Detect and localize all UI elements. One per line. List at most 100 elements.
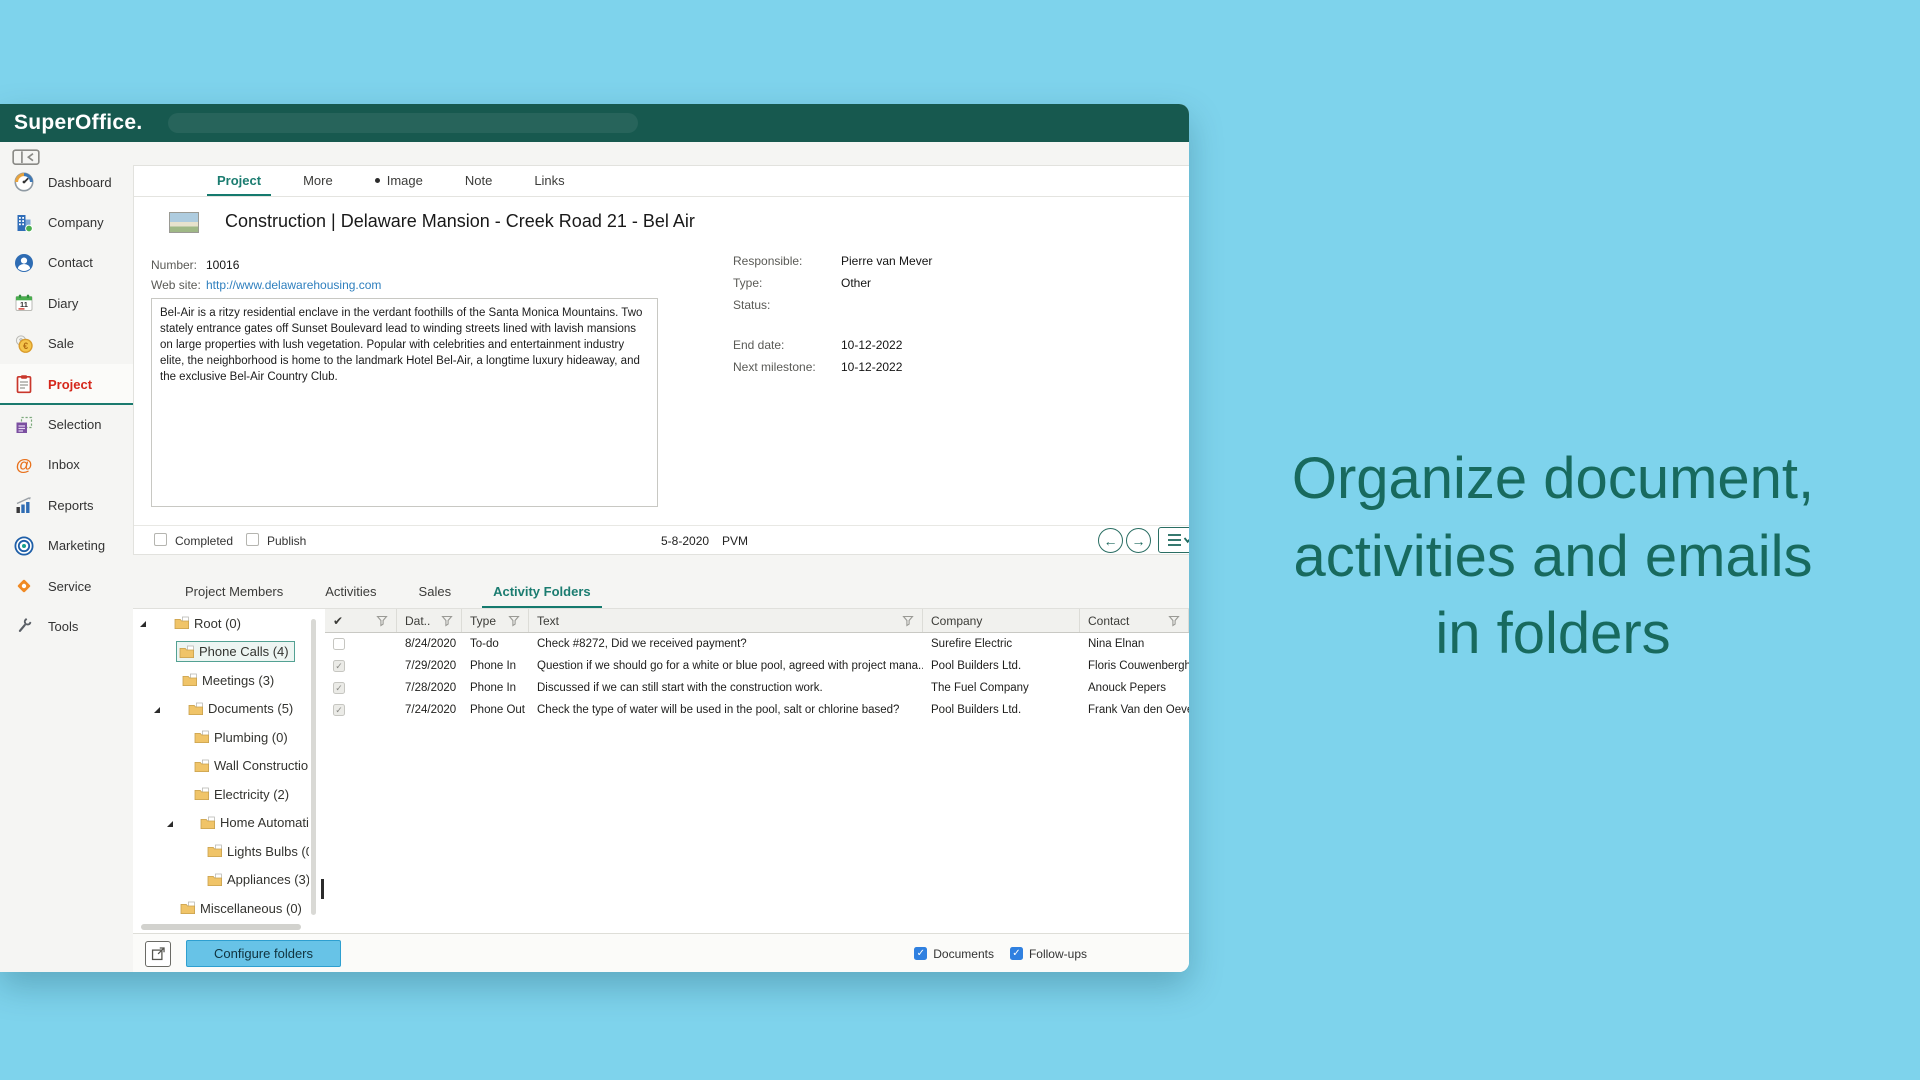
tree-horizontal-scrollbar[interactable] <box>141 924 301 930</box>
sidebar-item-selection[interactable]: Selection <box>0 404 133 444</box>
column-header-contact[interactable]: Contact <box>1080 609 1189 632</box>
marketing-icon <box>13 535 35 557</box>
column-header-date[interactable]: Dat.. <box>397 609 462 632</box>
sidebar-item-diary[interactable]: 11Diary <box>0 283 133 323</box>
tab-image[interactable]: Image <box>354 166 444 196</box>
header-search-pill[interactable] <box>168 113 638 133</box>
tree-item[interactable]: Phone Calls (4) <box>133 638 309 667</box>
tab-activity-folders[interactable]: Activity Folders <box>472 577 612 608</box>
content-bullet-icon <box>375 178 380 183</box>
row-checkbox[interactable]: ✓ <box>333 704 345 716</box>
table-row[interactable]: ✓7/29/2020Phone InQuestion if we should … <box>325 655 1189 677</box>
activities-table: ✔Dat..Type Text CompanyContact 8/24/2020To… <box>325 609 1189 933</box>
website-label: Web site: <box>151 278 201 292</box>
tab-project[interactable]: Project <box>196 166 282 196</box>
table-row[interactable]: 8/24/2020To-doCheck #8272, Did we receiv… <box>325 633 1189 655</box>
cell-text: Check the type of water will be used in … <box>529 704 923 716</box>
tree-expander-icon[interactable] <box>167 821 173 827</box>
folder-icon <box>179 645 195 659</box>
sidebar-item-label: Diary <box>48 296 78 311</box>
completed-checkbox[interactable] <box>154 533 167 546</box>
tab-sales[interactable]: Sales <box>398 577 473 608</box>
sidebar-item-service[interactable]: Service <box>0 566 133 606</box>
tree-item[interactable]: Electricity (2) <box>133 780 309 809</box>
filter-funnel-icon[interactable] <box>441 615 453 627</box>
lower-footer: Configure folders ✓ Documents ✓Follow-ups <box>133 933 1189 972</box>
sidebar-item-company[interactable]: Company <box>0 202 133 242</box>
tree-item-content: Lights Bulbs (0) <box>204 841 309 862</box>
tree-item-label: Root (0) <box>194 616 241 631</box>
checked-checkbox[interactable]: ✓ <box>914 947 927 960</box>
tree-item[interactable]: Root (0) <box>133 609 309 638</box>
filter-check-documents[interactable]: ✓ Documents <box>914 947 994 961</box>
tree-item[interactable]: Documents (5) <box>133 695 309 724</box>
tab-links[interactable]: Links <box>513 166 585 196</box>
tree-vertical-scrollbar[interactable] <box>311 619 316 915</box>
next-arrow-button[interactable]: → <box>1126 528 1151 553</box>
detail-field-label: End date: <box>733 338 841 352</box>
tree-item[interactable]: Home Automation (0 <box>133 809 309 838</box>
tab-more[interactable]: More <box>282 166 354 196</box>
svg-text:@: @ <box>16 455 33 474</box>
column-header-label: Text <box>537 614 559 628</box>
tree-expander-icon[interactable] <box>154 707 160 713</box>
sidebar-item-contact[interactable]: Contact <box>0 243 133 283</box>
filter-check-label: Documents <box>933 947 994 961</box>
filter-check-follow-ups[interactable]: ✓Follow-ups <box>1010 947 1087 961</box>
table-row[interactable]: ✓7/28/2020Phone InDiscussed if we can st… <box>325 677 1189 699</box>
tab-activities[interactable]: Activities <box>304 577 397 608</box>
project-thumbnail-image[interactable] <box>169 212 199 233</box>
table-header-row: ✔Dat..Type Text CompanyContact <box>325 609 1189 633</box>
sidebar-item-dashboard[interactable]: Dashboard <box>0 162 133 202</box>
previous-arrow-button[interactable]: ← <box>1098 528 1123 553</box>
row-checkbox[interactable]: ✓ <box>333 660 345 672</box>
tree-expander-icon[interactable] <box>140 621 146 627</box>
sidebar-item-marketing[interactable]: Marketing <box>0 526 133 566</box>
sidebar-item-project[interactable]: Project <box>0 364 133 404</box>
tree-item[interactable]: Lights Bulbs (0) <box>133 837 309 866</box>
tab-note[interactable]: Note <box>444 166 513 196</box>
tree-item[interactable]: Appliances (3) <box>133 866 309 895</box>
folder-icon <box>180 901 196 915</box>
tree-item-label: Documents (5) <box>208 701 293 716</box>
detail-field-row: End date:10-12-2022 <box>733 338 1063 352</box>
project-detail-fields: Responsible:Pierre van MeverType:OtherSt… <box>733 254 1063 382</box>
configure-folders-button[interactable]: Configure folders <box>186 940 341 967</box>
filter-funnel-icon[interactable] <box>902 615 914 627</box>
sidebar-item-tools[interactable]: Tools <box>0 606 133 646</box>
column-header-type[interactable]: Type <box>462 609 529 632</box>
open-external-icon[interactable] <box>145 941 171 967</box>
cell-type: Phone Out <box>462 704 529 716</box>
sidebar-item-label: Reports <box>48 498 94 513</box>
folder-icon <box>194 787 210 801</box>
sidebar-item-inbox[interactable]: @Inbox <box>0 445 133 485</box>
publish-checkbox[interactable] <box>246 533 259 546</box>
row-checkbox[interactable] <box>333 638 345 650</box>
tree-item[interactable]: Meetings (3) <box>133 666 309 695</box>
tree-item[interactable]: Wall Constructions ( <box>133 752 309 781</box>
filter-funnel-icon[interactable] <box>508 615 520 627</box>
tab-project-members[interactable]: Project Members <box>164 577 304 608</box>
filter-funnel-icon[interactable] <box>376 615 388 627</box>
tree-item-label: Lights Bulbs (0) <box>227 844 309 859</box>
tree-item[interactable]: Plumbing (0) <box>133 723 309 752</box>
hero-text-line: activities and emails <box>1208 518 1898 596</box>
tree-item[interactable]: Miscellaneous (0) <box>133 894 309 923</box>
column-header-check[interactable]: ✔ <box>325 609 397 632</box>
column-header-text[interactable]: Text <box>529 609 923 632</box>
tree-item-label: Miscellaneous (0) <box>200 901 302 916</box>
cell-text: Question if we should go for a white or … <box>529 660 923 672</box>
folder-icon <box>194 730 210 744</box>
row-checkbox[interactable]: ✓ <box>333 682 345 694</box>
filter-funnel-icon[interactable] <box>1168 615 1180 627</box>
sidebar-item-reports[interactable]: Reports <box>0 485 133 525</box>
website-link[interactable]: http://www.delawarehousing.com <box>206 278 381 292</box>
sidebar-item-label: Sale <box>48 336 74 351</box>
table-row[interactable]: ✓7/24/2020Phone OutCheck the type of wat… <box>325 699 1189 721</box>
checked-checkbox[interactable]: ✓ <box>1010 947 1023 960</box>
sidebar-item-sale[interactable]: $€Sale <box>0 324 133 364</box>
column-header-company[interactable]: Company <box>923 609 1080 632</box>
project-description-textarea[interactable]: Bel-Air is a ritzy residential enclave i… <box>151 298 658 507</box>
task-menu-button[interactable] <box>1158 527 1189 553</box>
tree-item-content: Meetings (3) <box>179 670 280 691</box>
